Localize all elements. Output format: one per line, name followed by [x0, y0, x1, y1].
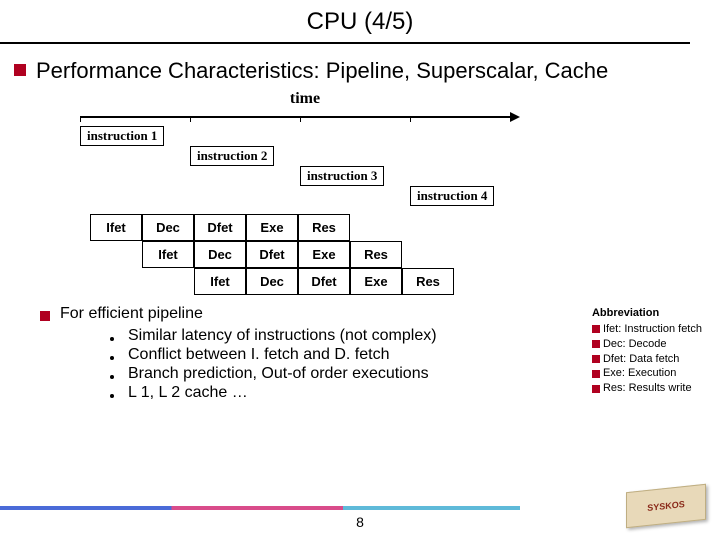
bullet-icon: [592, 370, 600, 378]
stage-cell: Ifet: [194, 268, 246, 295]
efficient-point: Similar latency of instructions (not com…: [128, 327, 437, 345]
stage-cell: Exe: [298, 241, 350, 268]
abbrev-item: Dfet: Data fetch: [603, 352, 679, 367]
pipeline-diagram: time instruction 1 instruction 2 instruc…: [70, 94, 540, 204]
page-number: 8: [356, 514, 364, 530]
stage-cell: Res: [298, 214, 350, 241]
bullet-icon: [592, 385, 600, 393]
abbrev-item: Ifet: Instruction fetch: [603, 322, 702, 337]
stage-cell: Exe: [246, 214, 298, 241]
abbrev-title: Abbreviation: [592, 306, 702, 321]
stage-cell: Res: [402, 268, 454, 295]
pipeline-stage-table: Ifet Dec Dfet Exe Res Ifet Dec Dfet Exe …: [90, 214, 720, 295]
stage-cell: Exe: [350, 268, 402, 295]
abbrev-item: Dec: Decode: [603, 337, 667, 352]
abbrev-item: Exe: Execution: [603, 366, 676, 381]
efficient-point: Conflict between I. fetch and D. fetch: [128, 346, 389, 364]
bullet-icon: [592, 340, 600, 348]
stage-cell: Dfet: [194, 214, 246, 241]
bullet-icon: [40, 311, 50, 321]
instruction-box: instruction 4: [410, 186, 494, 206]
instruction-box: instruction 1: [80, 126, 164, 146]
stage-cell: Ifet: [90, 214, 142, 241]
dot-icon: [110, 394, 114, 398]
dot-icon: [110, 337, 114, 341]
dot-icon: [110, 375, 114, 379]
dot-icon: [110, 356, 114, 360]
bullet-icon: [592, 325, 600, 333]
instruction-box: instruction 3: [300, 166, 384, 186]
abbrev-item: Res: Results write: [603, 381, 692, 396]
stage-cell: Dfet: [298, 268, 350, 295]
instruction-box: instruction 2: [190, 146, 274, 166]
abbreviation-legend: Abbreviation Ifet: Instruction fetch Dec…: [592, 306, 702, 396]
stage-cell: Ifet: [142, 241, 194, 268]
slide-title: CPU (4/5): [307, 8, 414, 40]
bullet-icon: [14, 64, 26, 76]
efficient-point: L 1, L 2 cache …: [128, 384, 248, 402]
stage-cell: Dec: [142, 214, 194, 241]
logo-icon: SYSKOS: [626, 484, 706, 528]
subhead-row: Performance Characteristics: Pipeline, S…: [14, 58, 720, 84]
stage-cell: Dec: [194, 241, 246, 268]
subhead-text: Performance Characteristics: Pipeline, S…: [36, 58, 608, 84]
time-arrow: [80, 112, 520, 122]
efficient-point: Branch prediction, Out-of order executio…: [128, 365, 429, 383]
bullet-icon: [592, 355, 600, 363]
title-underline: [0, 42, 690, 44]
stage-cell: Dfet: [246, 241, 298, 268]
stage-cell: Dec: [246, 268, 298, 295]
footer-color-bar: [0, 506, 520, 510]
stage-cell: Res: [350, 241, 402, 268]
time-axis-label: time: [70, 90, 540, 108]
efficient-heading: For efficient pipeline: [60, 305, 203, 323]
